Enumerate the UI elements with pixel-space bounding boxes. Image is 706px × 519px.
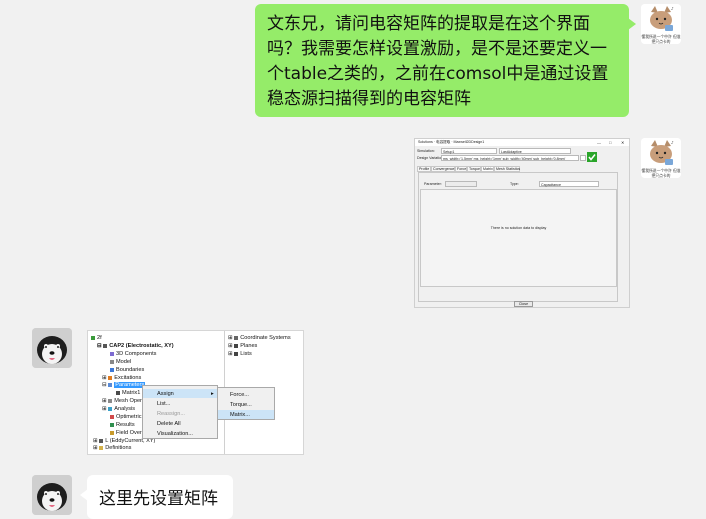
user-avatar[interactable]: ♪ 懂我所说一个中许 但准把只点卡的 <box>641 4 681 44</box>
menu-item-list[interactable]: List... <box>143 399 217 408</box>
boundaries-icon <box>110 367 114 372</box>
user-avatar[interactable]: ♪ 懂我所说一个中许 但准把只点卡的 <box>641 138 681 178</box>
tree-root[interactable]: 2f <box>91 335 102 341</box>
parameters-icon <box>108 382 113 387</box>
tree-item[interactable]: ⊞ Mesh Oper <box>102 398 142 404</box>
definitions-icon <box>99 445 104 450</box>
results-icon <box>110 422 114 427</box>
type-label: Type: <box>510 182 519 186</box>
maximize-icon[interactable]: □ <box>609 140 611 145</box>
context-menu: Assign ▸ List... Reassign... Delete All V… <box>142 385 218 439</box>
incoming-message-text: 这里先设置矩阵 <box>99 489 218 509</box>
dialog-title: Solutions · 电容提取 · Maxwell2DDesign1 <box>418 140 485 144</box>
design-variation-field[interactable]: ms_width='1.5mm' ms_height='1mm' sub_wid… <box>441 155 579 161</box>
svg-text:♪: ♪ <box>671 6 674 11</box>
tree-item-parameters[interactable]: ⊟ Parameters <box>102 382 146 388</box>
project-icon <box>91 335 95 340</box>
tree-item[interactable]: ⊞ Definitions <box>93 445 131 451</box>
chevron-right-icon: ▸ <box>211 390 214 397</box>
analysis-icon <box>108 406 113 411</box>
tree-item[interactable]: Model <box>110 359 131 365</box>
parameter-select[interactable] <box>445 181 477 187</box>
solutions-dialog-screenshot[interactable]: Solutions · 电容提取 · Maxwell2DDesign1 — □ … <box>414 138 630 308</box>
svg-text:♪: ♪ <box>671 140 674 145</box>
menu-item-delete-all[interactable]: Delete All <box>143 419 217 428</box>
tree-item[interactable]: ⊞ Analysis <box>102 406 135 412</box>
field-overlays-icon <box>110 430 114 435</box>
tree-item[interactable]: ⊞ Excitations <box>102 375 141 381</box>
menu-item-visualization[interactable]: Visualization... <box>143 429 217 438</box>
tree-item[interactable]: Boundaries <box>110 367 144 373</box>
optimetrics-icon <box>110 414 114 419</box>
outgoing-message-bubble[interactable]: 文东兄，请问电容矩阵的提取是在这个界面吗？我需要怎样设置激励，是不是还要定义一个… <box>255 4 636 117</box>
assign-submenu: Force... Torque... Matrix... <box>217 387 275 420</box>
parameter-label: Parameter: <box>424 182 442 186</box>
model-icon <box>110 359 114 364</box>
minimize-icon[interactable]: — <box>597 140 601 145</box>
tree-item[interactable]: Field Overl <box>110 430 143 436</box>
tree-design[interactable]: ⊟ CAP2 (Electrostatic, XY) <box>97 343 174 349</box>
tree-item[interactable]: ⊞ Lists <box>228 351 252 357</box>
close-button[interactable]: Close <box>514 301 533 307</box>
menu-item-matrix[interactable]: Matrix... <box>218 410 274 419</box>
dialog-titlebar: Solutions · 电容提取 · Maxwell2DDesign1 — □ … <box>415 139 629 146</box>
simulation-select[interactable]: Setup1 <box>441 148 497 154</box>
mesh-icon <box>108 398 113 403</box>
tree-item[interactable]: Optimetric <box>110 414 142 420</box>
tree-item[interactable]: 3D Components <box>110 351 156 357</box>
contact-avatar[interactable] <box>32 328 72 368</box>
design-icon <box>103 343 108 348</box>
outgoing-message-text: 文东兄，请问电容矩阵的提取是在这个界面吗？我需要怎样设置激励，是不是还要定义一个… <box>267 14 609 109</box>
components-icon <box>110 351 114 356</box>
menu-item-reassign[interactable]: Reassign... <box>143 409 217 418</box>
tree-item[interactable]: Results <box>110 422 135 428</box>
project-tree-screenshot[interactable]: 2f ⊟ CAP2 (Electrostatic, XY) 3D Compone… <box>87 330 304 455</box>
matrix-icon <box>116 390 120 395</box>
avatar-caption: 懂我所说一个中许 但准把只点卡的 <box>641 168 681 178</box>
empty-message: There is no solution data to display <box>490 226 547 230</box>
contact-avatar[interactable] <box>32 475 72 515</box>
simulation-solution-select[interactable]: LastAdaptive <box>499 148 571 154</box>
tree-item[interactable]: ⊞ Coordinate Systems <box>228 335 291 341</box>
type-select[interactable]: Capacitance <box>539 181 599 187</box>
design-icon <box>99 438 104 443</box>
simulation-label: Simulation: <box>417 149 435 153</box>
design-variation-button[interactable] <box>580 155 586 161</box>
planes-icon <box>234 343 239 348</box>
excitations-icon <box>108 375 113 380</box>
tree-item[interactable]: ⊞ Planes <box>228 343 257 349</box>
close-icon[interactable]: ✕ <box>621 140 624 145</box>
tree-item[interactable]: Matrix1 <box>116 390 140 396</box>
matrix-display-area: There is no solution data to display <box>420 189 617 287</box>
husky-avatar-icon <box>32 475 72 515</box>
husky-avatar-icon <box>32 328 72 368</box>
avatar-caption: 懂我所说一个中许 但准把只点卡的 <box>641 34 681 44</box>
lists-icon <box>234 351 239 356</box>
menu-item-assign[interactable]: Assign ▸ <box>143 389 217 398</box>
incoming-message-bubble[interactable]: 这里先设置矩阵 <box>80 475 233 519</box>
menu-item-force[interactable]: Force... <box>218 390 274 399</box>
checkmark-icon <box>587 152 597 162</box>
coordinate-systems-icon <box>234 335 239 340</box>
menu-item-torque[interactable]: Torque... <box>218 400 274 409</box>
